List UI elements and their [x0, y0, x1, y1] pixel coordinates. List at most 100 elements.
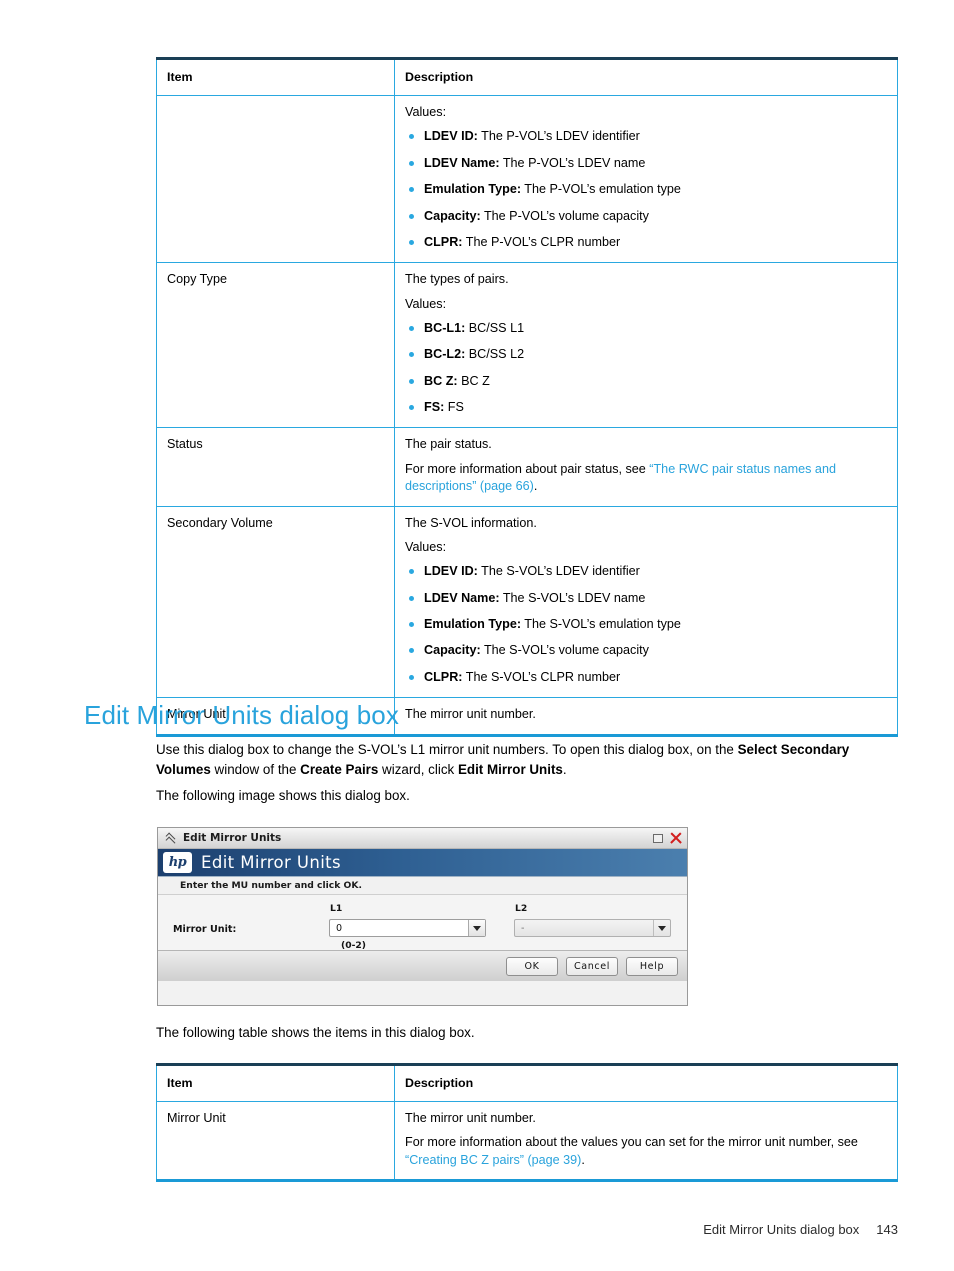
cell-item	[156, 95, 395, 264]
cell-description: The pair status. For more information ab…	[394, 427, 898, 507]
description-line: The S-VOL information.	[405, 515, 537, 530]
dialog-button-bar: OK Cancel Help	[158, 950, 687, 981]
value-text: BC Z	[457, 373, 490, 388]
description-line: The mirror unit number.	[405, 707, 536, 722]
value-term: BC-L2:	[424, 347, 466, 362]
cell-description: Values: LDEV ID: The P-VOL’s LDEV identi…	[394, 95, 898, 264]
value-term: Capacity:	[424, 208, 481, 223]
ok-button[interactable]: OK	[506, 956, 558, 976]
cell-description: The types of pairs. Values: BC-L1: BC/SS…	[394, 262, 898, 429]
value-term: CLPR:	[424, 234, 463, 249]
table-row: Mirror Unit The mirror unit number. For …	[156, 1101, 898, 1183]
list-item: Capacity: The P-VOL’s volume capacity	[405, 208, 887, 224]
value-term: Emulation Type:	[424, 617, 522, 632]
list-item: LDEV ID: The P-VOL’s LDEV identifier	[405, 128, 887, 144]
xref-prefix: For more information about pair status, …	[405, 461, 650, 476]
description-line: The pair status.	[405, 437, 492, 452]
page-title: Edit Mirror Units dialog box	[84, 700, 399, 730]
table-row: Copy Type The types of pairs. Values: BC…	[156, 262, 898, 429]
properties-table-bottom: Item Description Mirror Unit The mirror …	[156, 1062, 898, 1183]
mirror-unit-l1-select[interactable]: 0	[329, 919, 486, 937]
values-list: LDEV ID: The S-VOL’s LDEV identifier LDE…	[405, 563, 887, 685]
footer-page-number: 143	[876, 1222, 898, 1237]
properties-table-top: Item Description Values: LDEV ID: The P-…	[156, 56, 898, 737]
values-intro: Values:	[405, 105, 447, 120]
list-item: CLPR: The P-VOL’s CLPR number	[405, 234, 887, 250]
value-text: BC/SS L1	[465, 321, 525, 336]
cell-item: Secondary Volume	[156, 506, 395, 699]
value-text: The S-VOL’s LDEV identifier	[477, 564, 640, 579]
cancel-button[interactable]: Cancel	[566, 956, 618, 976]
cell-description: The mirror unit number.	[394, 697, 898, 737]
value-text: The S-VOL’s emulation type	[521, 617, 681, 632]
value-term: BC-L1:	[424, 321, 466, 336]
list-item: BC Z: BC Z	[405, 373, 887, 389]
mirror-unit-l2-select[interactable]: -	[514, 919, 671, 937]
chevron-down-icon[interactable]	[653, 920, 670, 936]
table-row: Secondary Volume The S-VOL information. …	[156, 506, 898, 699]
close-button[interactable]	[667, 831, 684, 846]
value-text: The S-VOL’s volume capacity	[480, 643, 649, 658]
value-term: FS:	[424, 400, 445, 415]
description-line: The mirror unit number.	[405, 1111, 536, 1126]
label-l2: L2	[515, 903, 528, 914]
cross-reference-line: For more information about the values yo…	[405, 1134, 887, 1169]
column-header-item: Item	[156, 1062, 395, 1103]
list-item: LDEV ID: The S-VOL’s LDEV identifier	[405, 563, 887, 579]
dialog-banner: hp Edit Mirror Units	[158, 849, 687, 877]
page-footer: Edit Mirror Units dialog box 143	[0, 1222, 898, 1237]
column-header-description: Description	[394, 56, 898, 97]
chevron-down-icon[interactable]	[468, 920, 485, 936]
xref-suffix: .	[533, 479, 538, 494]
intro-text-4: .	[562, 762, 567, 778]
cell-item: Copy Type	[156, 262, 395, 429]
intro-bold-edit-mirror-units: Edit Mirror Units	[457, 762, 563, 778]
list-item: LDEV Name: The S-VOL’s LDEV name	[405, 590, 887, 606]
value-term: Capacity:	[424, 643, 481, 658]
value-text: The P-VOL’s CLPR number	[462, 234, 621, 249]
table-head: Item Description	[156, 56, 898, 97]
edit-mirror-units-dialog: Edit Mirror Units hp Edit Mirror Units E…	[157, 827, 688, 1006]
table-caption: The following table shows the items in t…	[156, 1025, 475, 1040]
close-icon	[670, 832, 682, 844]
xref-suffix: .	[581, 1152, 585, 1167]
list-item: Capacity: The S-VOL’s volume capacity	[405, 642, 887, 658]
table-header-row: Item Description	[156, 1062, 898, 1103]
cell-description: The S-VOL information. Values: LDEV ID: …	[394, 506, 898, 699]
intro-text-1: Use this dialog box to change the S-VOL’…	[156, 742, 738, 757]
image-caption: The following image shows this dialog bo…	[156, 788, 410, 803]
value-term: LDEV ID:	[424, 564, 478, 579]
table-row: Values: LDEV ID: The P-VOL’s LDEV identi…	[156, 95, 898, 264]
list-item: BC-L2: BC/SS L2	[405, 346, 887, 362]
value-text: The P-VOL’s emulation type	[521, 182, 681, 197]
maximize-icon	[652, 833, 663, 843]
table-row: Status The pair status. For more informa…	[156, 427, 898, 507]
maximize-button[interactable]	[649, 831, 666, 846]
cell-item: Mirror Unit	[156, 1101, 395, 1183]
intro-paragraph: Use this dialog box to change the S-VOL’…	[156, 740, 898, 781]
values-intro: Values:	[405, 539, 447, 554]
double-chevron-up-icon[interactable]	[164, 832, 177, 845]
value-text: The S-VOL’s CLPR number	[462, 669, 621, 684]
intro-text-3: wizard, click	[378, 762, 458, 778]
value-term: LDEV Name:	[424, 590, 500, 605]
value-term: LDEV ID:	[424, 129, 478, 144]
dialog-title-bar: Edit Mirror Units	[158, 828, 687, 849]
value-text: The P-VOL’s LDEV name	[499, 155, 646, 170]
help-button[interactable]: Help	[626, 956, 678, 976]
hp-logo-text: hp	[168, 855, 187, 870]
hp-logo-icon: hp	[163, 852, 192, 873]
value-text: FS	[444, 400, 464, 415]
footer-section-title: Edit Mirror Units dialog box	[703, 1222, 860, 1237]
table-head: Item Description	[156, 1062, 898, 1103]
column-header-item: Item	[156, 56, 395, 97]
label-l1: L1	[330, 903, 343, 914]
intro-text-2: window of the	[210, 762, 301, 778]
values-intro: Values:	[405, 296, 447, 311]
table-body: Mirror Unit The mirror unit number. For …	[156, 1101, 898, 1183]
cross-reference-link[interactable]: “Creating BC Z pairs” (page 39)	[405, 1153, 581, 1167]
list-item: FS: FS	[405, 399, 887, 415]
value-term: BC Z:	[424, 373, 458, 388]
dialog-instruction: Enter the MU number and click OK.	[158, 877, 687, 895]
label-mirror-unit: Mirror Unit:	[173, 924, 237, 935]
